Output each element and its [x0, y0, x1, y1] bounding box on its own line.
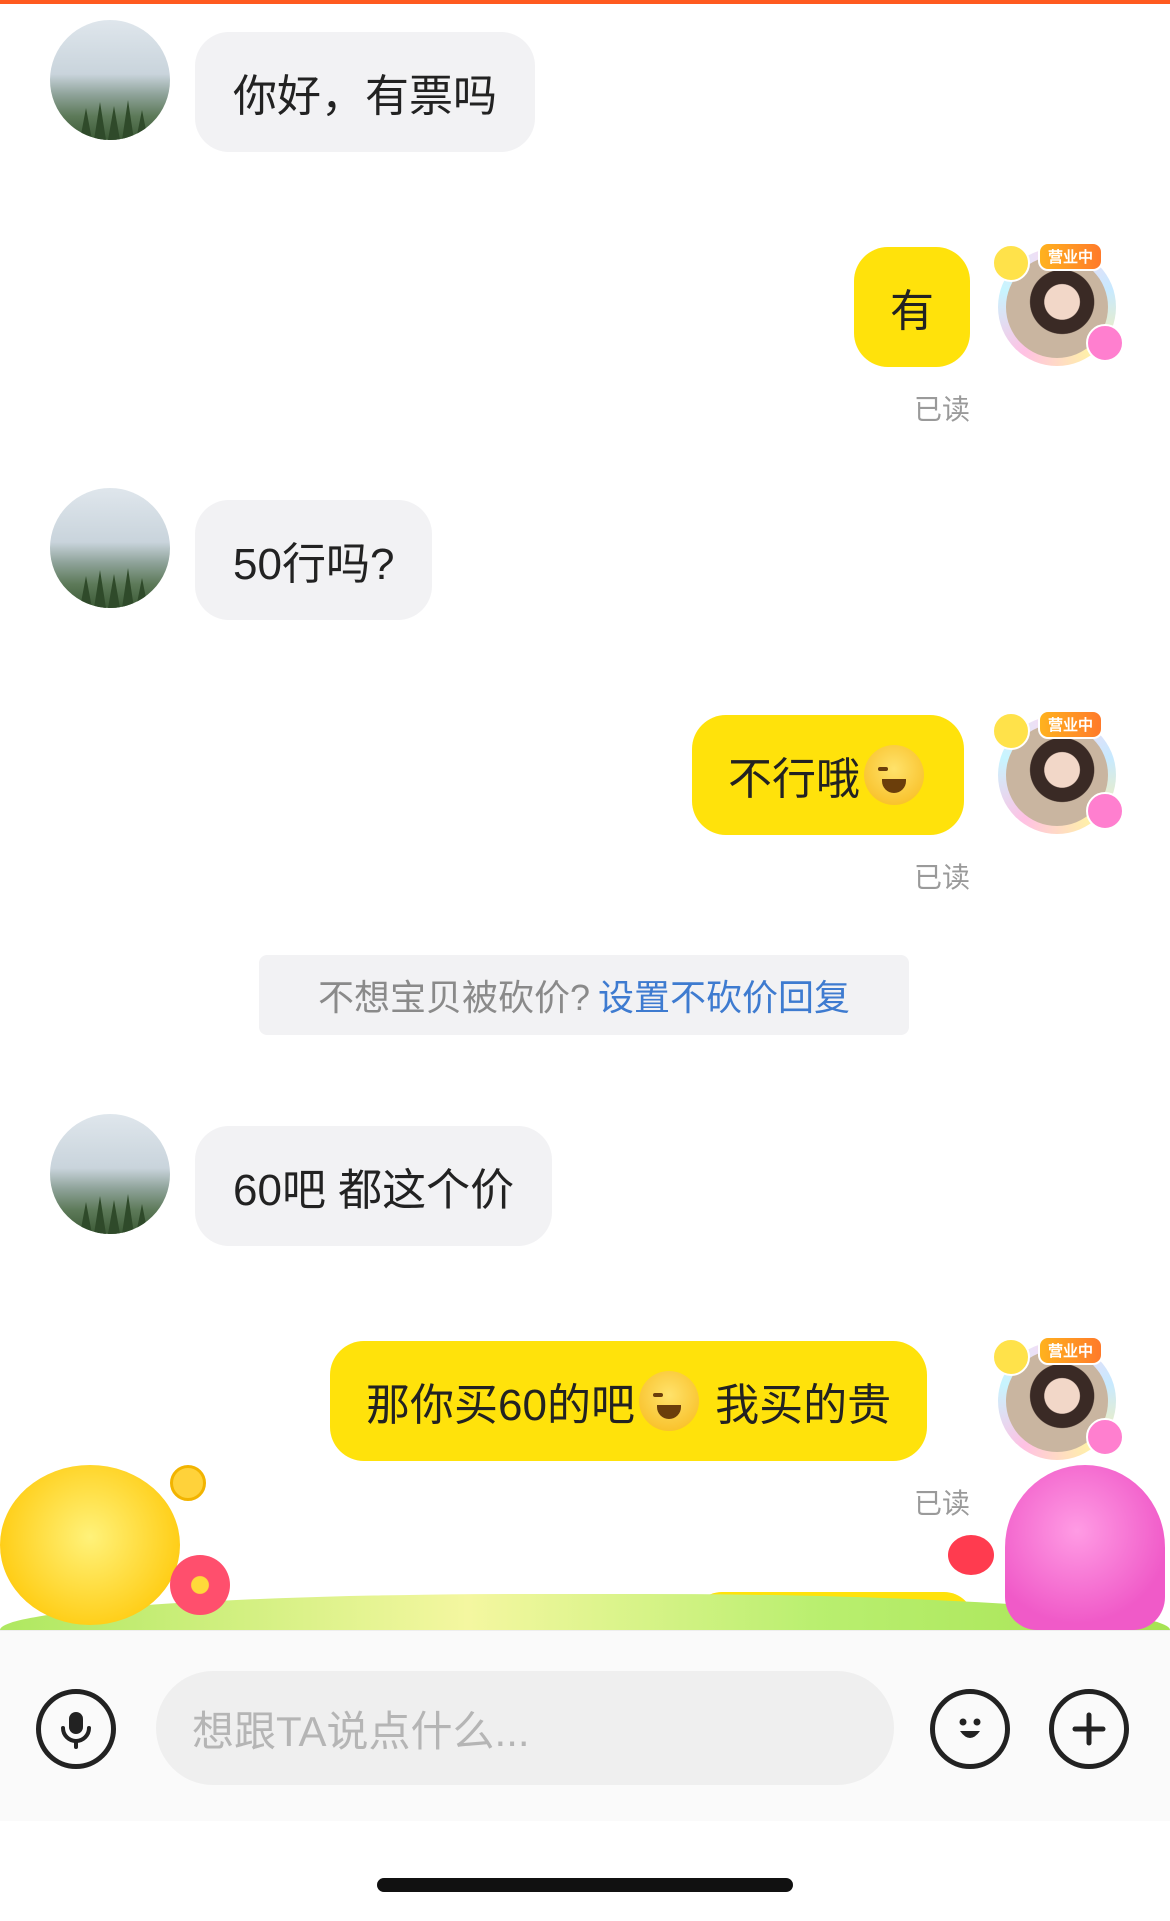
buyer-avatar[interactable]	[50, 20, 170, 140]
buyer-avatar[interactable]	[50, 1114, 170, 1234]
plus-icon[interactable]	[1049, 1689, 1129, 1769]
read-status: 已读	[914, 394, 971, 425]
buyer-avatar[interactable]	[50, 488, 170, 608]
crying-laugh-emoji-icon	[638, 1371, 699, 1431]
message-text: 有	[890, 287, 934, 336]
mascot-sticker	[992, 712, 1030, 750]
seller-status-badge: 营业中	[1038, 242, 1104, 271]
seller-avatar[interactable]: 营业中	[992, 710, 1124, 834]
seller-status-badge: 营业中	[1038, 710, 1104, 739]
mascot-sticker	[1086, 1418, 1124, 1456]
message-bubble-incoming[interactable]: 你好，有票吗	[195, 32, 535, 152]
message-text: 60吧 都这个价	[233, 1166, 515, 1215]
trees-illustration	[80, 100, 148, 140]
heart-icon	[948, 1535, 994, 1575]
smiley-icon[interactable]	[930, 1689, 1010, 1769]
message-text: 不行哦	[728, 755, 860, 804]
mascot-sticker	[992, 1338, 1030, 1376]
input-placeholder: 想跟TA说点什么...	[192, 1707, 530, 1755]
message-bubble-incoming[interactable]: 60吧 都这个价	[195, 1126, 553, 1246]
message-text: 我买的贵	[702, 1381, 892, 1430]
seller-avatar[interactable]: 营业中	[992, 242, 1124, 366]
system-notice: 不想宝贝被砍价? 设置不砍价回复	[259, 955, 909, 1035]
seller-avatar[interactable]: 营业中	[992, 1336, 1124, 1460]
trees-illustration	[80, 568, 148, 608]
message-text: 那你买60的吧	[366, 1381, 635, 1430]
mascot-sticker	[1086, 324, 1124, 362]
message-bubble-outgoing[interactable]: 有	[854, 247, 970, 367]
message-input[interactable]: 想跟TA说点什么...	[156, 1671, 894, 1785]
read-status: 已读	[914, 862, 971, 893]
trees-illustration	[80, 1194, 148, 1234]
message-text: 50行吗?	[233, 540, 395, 589]
no-bargain-settings-link[interactable]: 设置不砍价回复	[598, 969, 850, 1021]
octopus-mascot-icon	[1005, 1465, 1165, 1630]
crying-laugh-emoji-icon	[864, 745, 924, 805]
sun-mascot-icon	[0, 1465, 180, 1625]
seller-status-badge: 营业中	[1038, 1336, 1104, 1365]
flower-icon	[170, 1555, 230, 1615]
mascot-sticker	[1086, 792, 1124, 830]
coin-icon	[170, 1465, 206, 1501]
microphone-icon[interactable]	[36, 1689, 116, 1769]
top-accent-line	[0, 0, 1170, 4]
message-bubble-outgoing[interactable]: 那你买60的吧 我买的贵	[330, 1341, 928, 1461]
message-bubble-outgoing[interactable]: 不行哦	[692, 715, 964, 835]
message-text: 你好，有票吗	[233, 72, 497, 121]
decorative-banner	[0, 1455, 1170, 1630]
notice-text: 不想宝贝被砍价?	[317, 977, 590, 1018]
message-bubble-incoming[interactable]: 50行吗?	[195, 500, 433, 620]
home-indicator[interactable]	[377, 1878, 793, 1892]
input-bar: 想跟TA说点什么...	[0, 1630, 1170, 1821]
mascot-sticker	[992, 244, 1030, 282]
